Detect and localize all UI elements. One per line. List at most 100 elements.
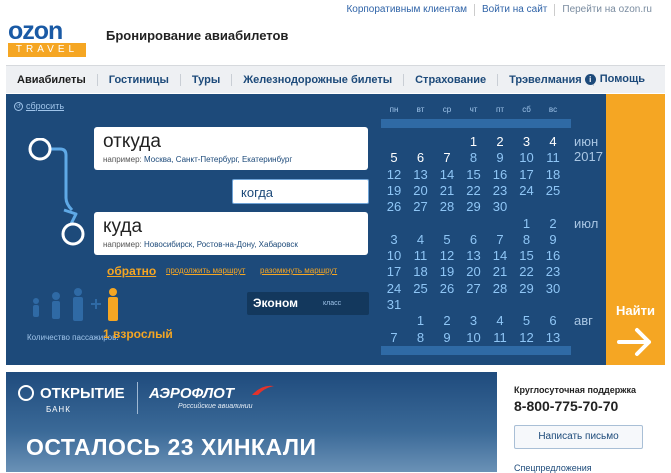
top-links: Корпоративным клиентам Войти на сайт Пер… [339, 4, 659, 16]
calendar-day[interactable]: 26 [380, 199, 408, 214]
calendar-day[interactable]: 29 [460, 199, 488, 214]
calendar-day[interactable]: 12 [380, 167, 408, 182]
nav-item-tours[interactable]: Туры [181, 73, 233, 86]
calendar-day[interactable]: 4 [407, 232, 435, 247]
calendar-day[interactable]: 17 [380, 264, 408, 279]
calendar-day[interactable]: 5 [513, 313, 541, 328]
calendar-day[interactable]: 21 [433, 183, 461, 198]
calendar-day[interactable]: 19 [433, 264, 461, 279]
calendar-day[interactable]: 6 [539, 313, 567, 328]
calendar-day[interactable]: 29 [513, 281, 541, 296]
calendar-day[interactable]: 10 [513, 150, 541, 165]
calendar-day[interactable]: 20 [407, 183, 435, 198]
nav-item-trains[interactable]: Железнодорожные билеты [232, 73, 405, 86]
calendar-day[interactable]: 14 [433, 167, 461, 182]
calendar-day: 6 [416, 150, 425, 166]
calendar-day[interactable]: 16 [539, 248, 567, 263]
calendar-day[interactable]: 1 [513, 216, 541, 231]
ozon-travel-logo[interactable]: ozon TRAVEL [8, 19, 86, 57]
calendar-day[interactable]: 3 [460, 313, 488, 328]
calendar-day[interactable]: 11 [407, 248, 435, 263]
calendar-day[interactable]: 8 [513, 232, 541, 247]
calendar-day[interactable]: 12 [513, 330, 541, 345]
calendar-day[interactable]: 9 [539, 232, 567, 247]
calendar-day[interactable]: 10 [380, 248, 408, 263]
calendar-day[interactable]: 30 [539, 281, 567, 296]
from-field[interactable]: откуда например: Москва, Санкт-Петербург… [94, 127, 368, 170]
calendar-day[interactable]: 2 [539, 216, 567, 231]
calendar-day[interactable]: 28 [433, 199, 461, 214]
nav-item-flights[interactable]: Авиабилеты [6, 73, 98, 86]
calendar-day[interactable]: 13 [407, 167, 435, 182]
support-phone[interactable]: 8-800-775-70-70 [514, 398, 618, 414]
calendar-day[interactable]: 31 [380, 297, 408, 312]
ozon-ru-link[interactable]: Перейти на ozon.ru [554, 4, 659, 16]
calendar-day[interactable]: 2 [433, 313, 461, 328]
calendar-day[interactable]: 17 [513, 167, 541, 182]
calendar-day[interactable]: 5 [433, 232, 461, 247]
calendar-month-label: июл [574, 216, 598, 231]
calendar-day[interactable]: 18 [539, 167, 567, 182]
calendar-day[interactable]: 20 [460, 264, 488, 279]
calendar-day[interactable]: 9 [486, 150, 514, 165]
calendar-day[interactable]: 12 [433, 248, 461, 263]
write-email-button[interactable]: Написать письмо [514, 425, 643, 449]
reset-icon: ↺ [14, 101, 23, 111]
to-field[interactable]: куда например: Новосибирск, Ростов-на-До… [94, 212, 368, 255]
calendar-day[interactable]: 11 [539, 150, 567, 165]
calendar-day[interactable]: 19 [380, 183, 408, 198]
calendar-day[interactable]: 3 [380, 232, 408, 247]
calendar-day[interactable]: 24 [380, 281, 408, 296]
calendar-day[interactable]: 4 [486, 313, 514, 328]
calendar-day: 7 [443, 150, 451, 166]
calendar-day[interactable]: 14 [486, 248, 514, 263]
calendar-day[interactable]: 22 [513, 264, 541, 279]
reset-link[interactable]: ↺ сбросить [14, 101, 64, 111]
calendar-day[interactable]: 15 [513, 248, 541, 263]
calendar-day[interactable]: 22 [460, 183, 488, 198]
calendar-day[interactable]: 10 [460, 330, 488, 345]
passengers-value[interactable]: 1 взрослый [103, 327, 173, 341]
calendar-day[interactable]: 8 [460, 150, 488, 165]
open-jaw-link[interactable]: разомкнуть маршрут [260, 266, 337, 275]
nav-item-hotels[interactable]: Гостиницы [98, 73, 181, 86]
calendar-day[interactable]: 24 [513, 183, 541, 198]
calendar-day[interactable]: 21 [486, 264, 514, 279]
calendar-day[interactable]: 13 [539, 330, 567, 345]
nav-item-travelmania[interactable]: Трэвелмания [498, 73, 594, 86]
calendar-day[interactable]: 7 [486, 232, 514, 247]
calendar-day[interactable]: 15 [460, 167, 488, 182]
calendar-scroll-up[interactable] [381, 119, 571, 128]
date-field[interactable]: когда [232, 179, 369, 204]
class-selector[interactable]: Эконом класс [247, 292, 369, 315]
calendar-day[interactable]: 23 [539, 264, 567, 279]
passenger-picker[interactable] [28, 287, 123, 327]
calendar-day[interactable]: 16 [486, 167, 514, 182]
promo-banner[interactable]: ОТКРЫТИЕ БАНК АЭРОФЛОТ Российские авиали… [6, 372, 497, 472]
continue-route-link[interactable]: продолжить маршрут [166, 266, 245, 275]
help-link[interactable]: i Помощь [584, 73, 645, 85]
calendar-day[interactable]: 9 [433, 330, 461, 345]
calendar-day[interactable]: 27 [460, 281, 488, 296]
calendar-day[interactable]: 11 [486, 330, 514, 345]
corporate-link[interactable]: Корпоративным клиентам [339, 4, 474, 16]
calendar-day[interactable]: 8 [407, 330, 435, 345]
calendar-day[interactable]: 23 [486, 183, 514, 198]
calendar-day[interactable]: 13 [460, 248, 488, 263]
nav-item-insurance[interactable]: Страхование [404, 73, 499, 86]
calendar-day[interactable]: 28 [486, 281, 514, 296]
calendar-day[interactable]: 6 [460, 232, 488, 247]
calendar-day[interactable]: 30 [486, 199, 514, 214]
calendar-day[interactable]: 25 [407, 281, 435, 296]
month-name: авг [574, 313, 593, 329]
calendar-day[interactable]: 25 [539, 183, 567, 198]
find-button[interactable] [606, 94, 665, 365]
calendar-day[interactable]: 7 [380, 330, 408, 345]
calendar-scroll-down[interactable] [381, 346, 571, 355]
return-link[interactable]: обратно [107, 264, 156, 278]
login-link[interactable]: Войти на сайт [474, 4, 554, 16]
calendar-day[interactable]: 26 [433, 281, 461, 296]
calendar-day[interactable]: 18 [407, 264, 435, 279]
calendar-day[interactable]: 27 [407, 199, 435, 214]
calendar-day[interactable]: 1 [407, 313, 435, 328]
